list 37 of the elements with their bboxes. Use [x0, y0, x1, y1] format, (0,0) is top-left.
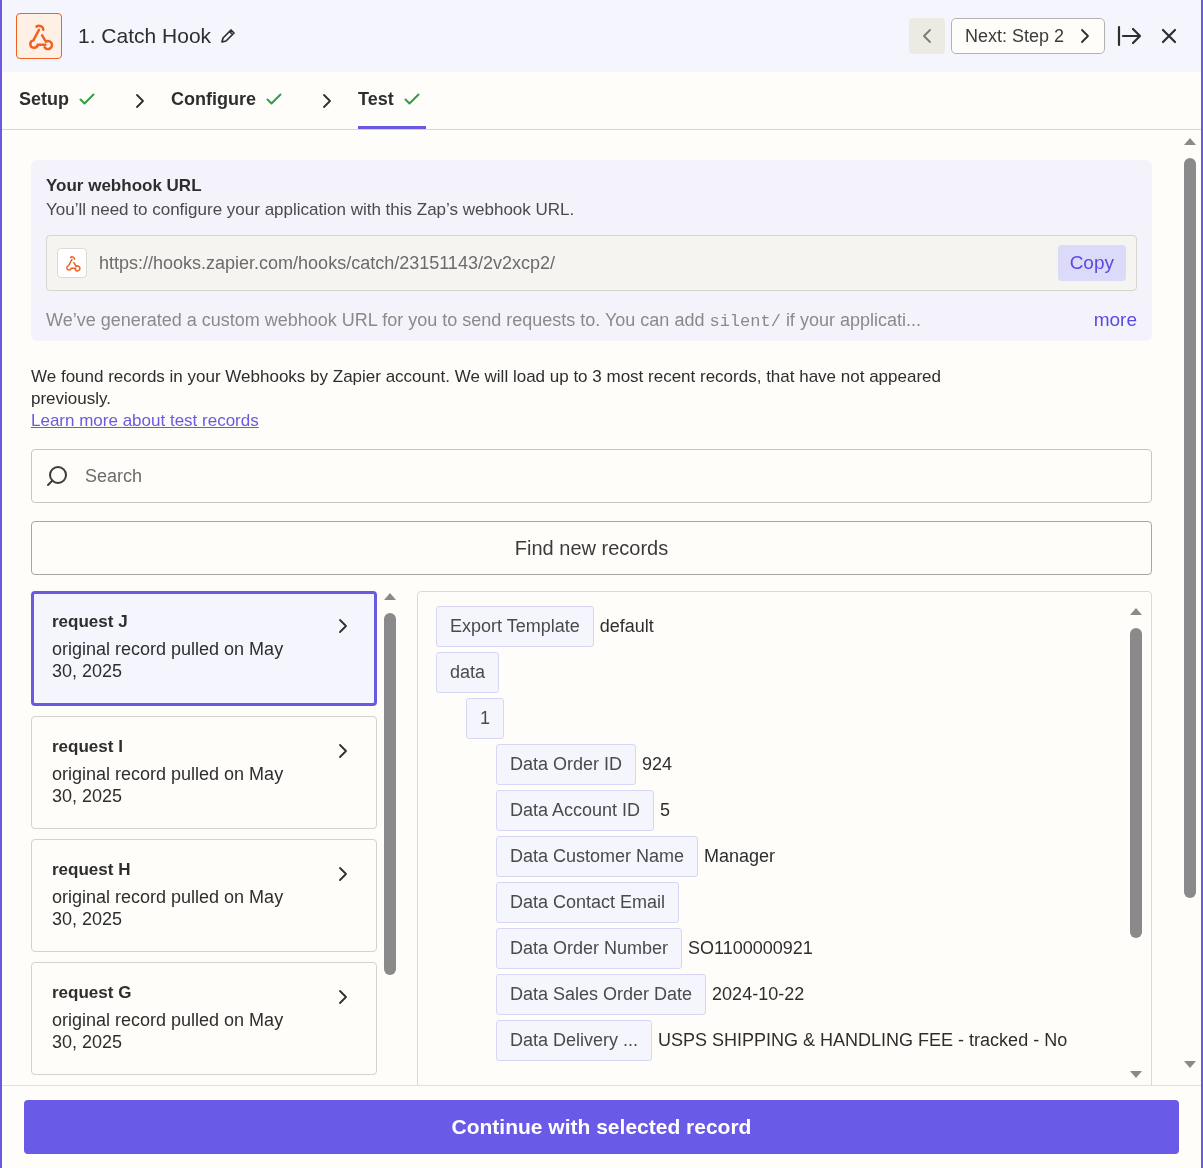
record-item[interactable]: request G original record pulled on May 30, 2025 [31, 962, 377, 1075]
field-value: SO1100000921 [688, 938, 813, 959]
field-key: Data Order Number [496, 928, 683, 969]
webhook-note: We’ve generated a custom webhook URL for you to send requests to. You can add silent/ if your applicati... [46, 309, 922, 331]
field-value: 924 [642, 754, 673, 775]
learn-more-link[interactable]: Learn more about test records [31, 411, 259, 431]
next-step-button[interactable]: Next: Step 2 [950, 18, 1105, 54]
field-key: 1 [466, 698, 504, 739]
copy-button[interactable]: Copy [1057, 245, 1126, 281]
step-tab[interactable]: Test [358, 72, 426, 129]
records-info: We found records in your Webhooks by Zapier account. We will load up to 3 most recent records, that have not appeared previously. [31, 366, 942, 410]
step-tab[interactable]: Configure [171, 72, 288, 129]
field-key: Data Order ID [496, 744, 637, 785]
field-value: 2024-10-22 [712, 984, 805, 1005]
field-key: data [436, 652, 500, 693]
field-key: Data Contact Email [496, 882, 680, 923]
record-item[interactable]: request I original record pulled on May 30, 2025 [31, 716, 377, 829]
record-item[interactable]: request H original record pulled on May 30, 2025 [31, 839, 377, 952]
field-value: 5 [660, 800, 671, 821]
field-key: Data Customer Name [496, 836, 699, 877]
step-tab[interactable]: Setup [19, 72, 101, 129]
card-title: Your webhook URL [46, 176, 203, 196]
more-link[interactable]: more [1093, 309, 1137, 331]
field-key: Data Account ID [496, 790, 655, 831]
field-key: Data Sales Order Date [496, 974, 707, 1015]
field-value: Manager [704, 846, 776, 867]
field-value: default [599, 616, 654, 637]
card-description: You’ll need to configure your application with this Zap’s webhook URL. [46, 200, 576, 220]
find-records-button[interactable]: Find new records [31, 521, 1152, 575]
field-key: Export Template [436, 606, 594, 647]
field-key: Data Delivery ... [496, 1020, 653, 1061]
url-field[interactable]: https://hooks.zapier.com/hooks/catch/23151143/2v2xcp2/ Copy [46, 235, 1137, 291]
search-field[interactable]: Search [31, 449, 1152, 503]
continue-button[interactable]: Continue with selected record [24, 1100, 1179, 1154]
step-title: 1. Catch Hook [78, 24, 212, 48]
field-value: USPS SHIPPING & HANDLING FEE - tracked - No [658, 1030, 1068, 1051]
record-item[interactable]: request J original record pulled on May 30, 2025 [31, 591, 377, 706]
